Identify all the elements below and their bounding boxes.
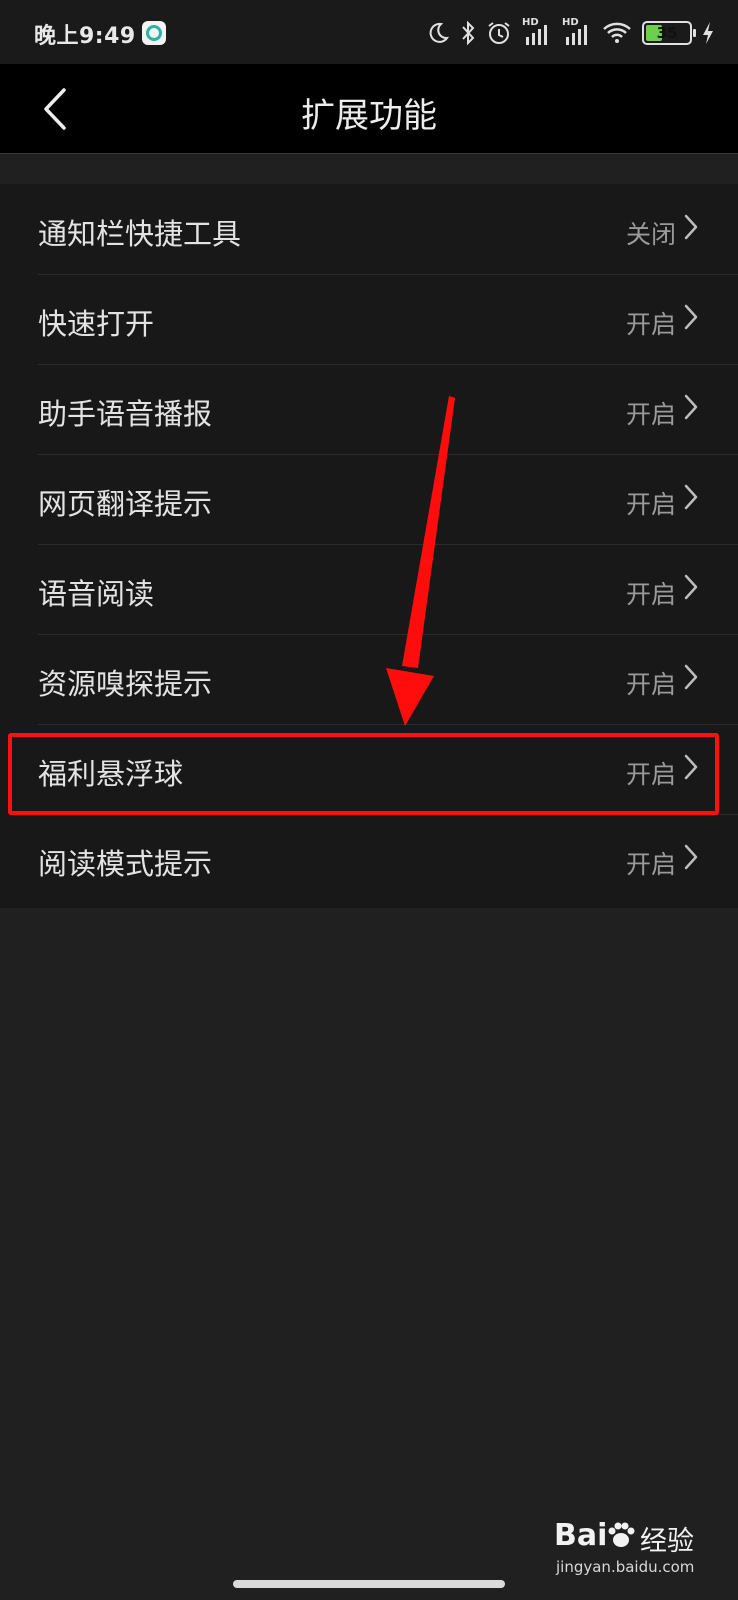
watermark-brand-suffix: 经验 (640, 1526, 694, 1557)
setting-value: 开启 (625, 850, 676, 879)
setting-value: 开启 (625, 310, 676, 339)
status-icons: HD HD 35 (426, 17, 714, 48)
setting-label: 快速打开 (38, 307, 155, 341)
network-label-2: HD (562, 17, 579, 28)
moon-icon (429, 22, 450, 43)
settings-list: 通知栏快捷工具 关闭 快速打开 开启 助手语音播报 开启 网页翻译提示 开启 语… (0, 184, 738, 908)
row-divider (38, 544, 738, 545)
status-bar: 晚上9:49 HD HD 35 (0, 0, 738, 64)
row-divider (38, 364, 738, 365)
setting-row-voice-broadcast[interactable]: 助手语音播报 开启 (0, 364, 738, 454)
setting-label: 语音阅读 (38, 577, 155, 611)
setting-row-notification-shortcut[interactable]: 通知栏快捷工具 关闭 (0, 184, 738, 274)
app-badge-icon (142, 21, 166, 45)
chevron-right-icon (684, 214, 698, 240)
wifi-icon (603, 22, 631, 43)
setting-label: 阅读模式提示 (38, 847, 213, 881)
bluetooth-icon (462, 20, 475, 46)
row-divider (38, 634, 738, 635)
watermark-brand: Bai (554, 1518, 608, 1553)
setting-value: 开启 (625, 400, 676, 429)
setting-value: 开启 (625, 760, 676, 789)
paw-icon (608, 1522, 635, 1547)
setting-value: 开启 (625, 490, 676, 519)
setting-row-resource-sniff[interactable]: 资源嗅探提示 开启 (0, 634, 738, 724)
setting-label: 福利悬浮球 (38, 757, 184, 791)
charging-icon (703, 22, 713, 44)
signal-icon-2: HD (562, 17, 592, 47)
setting-value: 开启 (625, 580, 676, 609)
row-divider (38, 724, 738, 725)
setting-value: 关闭 (625, 220, 676, 249)
setting-row-quick-open[interactable]: 快速打开 开启 (0, 274, 738, 364)
home-indicator[interactable] (233, 1580, 505, 1588)
row-divider (38, 454, 738, 455)
setting-row-translate-prompt[interactable]: 网页翻译提示 开启 (0, 454, 738, 544)
row-divider (38, 274, 738, 275)
status-time: 晚上9:49 (34, 24, 136, 49)
chevron-right-icon (684, 304, 698, 330)
setting-label: 资源嗅探提示 (38, 667, 213, 701)
page-title: 扩展功能 (301, 96, 437, 136)
app-header: 扩展功能 (0, 64, 738, 154)
row-divider (38, 814, 738, 815)
setting-label: 助手语音播报 (38, 397, 213, 431)
chevron-right-icon (684, 754, 698, 780)
setting-value: 开启 (625, 670, 676, 699)
chevron-right-icon (684, 574, 698, 600)
setting-label: 网页翻译提示 (38, 487, 213, 521)
watermark-url: jingyan.baidu.com (556, 1558, 695, 1576)
alarm-icon (488, 22, 510, 44)
signal-icon: HD (522, 17, 552, 47)
network-label-1: HD (522, 17, 539, 28)
battery-level: 35 (656, 24, 678, 42)
chevron-right-icon (684, 394, 698, 420)
setting-row-welfare-float-ball[interactable]: 福利悬浮球 开启 (0, 724, 738, 814)
setting-label: 通知栏快捷工具 (38, 217, 242, 251)
chevron-right-icon (684, 844, 698, 870)
battery-icon: 35 (642, 21, 696, 45)
setting-row-reading-mode[interactable]: 阅读模式提示 开启 (0, 814, 738, 904)
baidu-jingyan-watermark: Bai 经验 jingyan.baidu.com (554, 1518, 704, 1588)
chevron-right-icon (684, 484, 698, 510)
chevron-right-icon (684, 664, 698, 690)
setting-row-voice-reading[interactable]: 语音阅读 开启 (0, 544, 738, 634)
